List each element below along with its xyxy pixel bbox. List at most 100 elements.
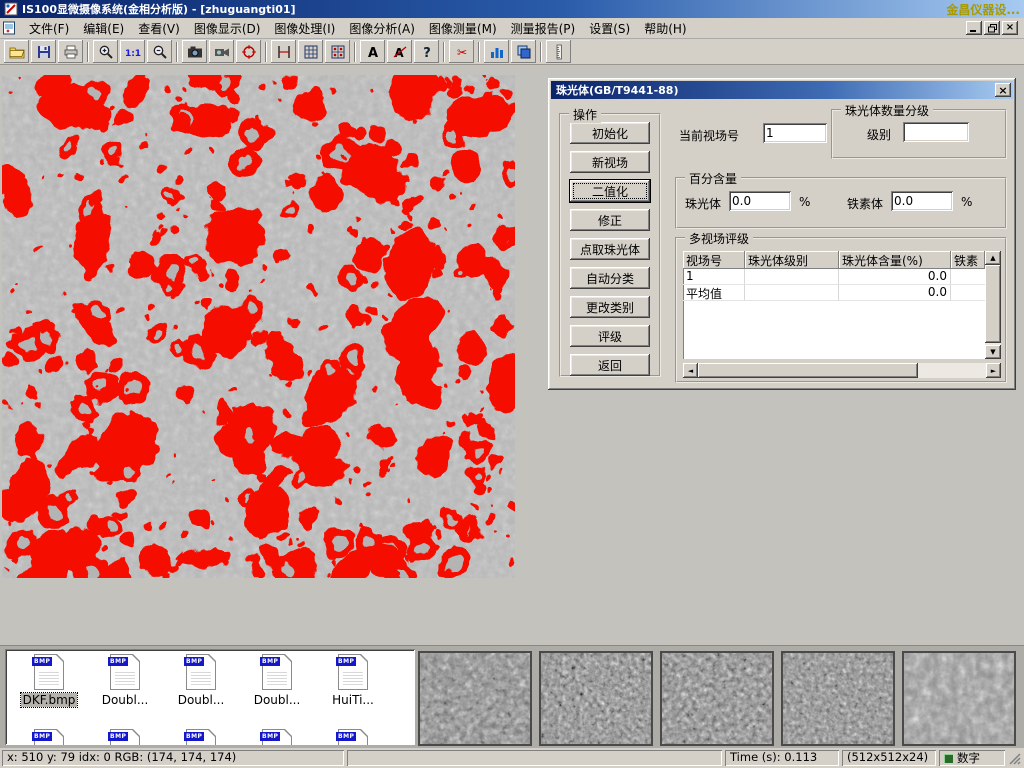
scroll-up-button[interactable]: ▲ <box>985 251 1001 265</box>
dialog-op-button-9[interactable]: 返回 <box>570 354 650 376</box>
count-icon <box>330 44 346 60</box>
toolbar-camera-button[interactable] <box>182 40 207 63</box>
mode-status: 数字 <box>939 750 1005 766</box>
toolbar-zoom-out-button[interactable] <box>147 40 172 63</box>
table-header-4[interactable]: 铁素 <box>951 251 985 269</box>
current-field-input[interactable] <box>763 123 827 143</box>
dialog-op-button-1[interactable]: 初始化 <box>570 122 650 144</box>
dialog-op-button-4[interactable]: 修正 <box>570 209 650 231</box>
table-header-2[interactable]: 珠光体级别 <box>745 251 839 269</box>
toolbar-open-button[interactable] <box>4 40 29 63</box>
table-horizontal-scrollbar[interactable]: ◄ ► <box>683 363 1001 378</box>
file-preview-lines <box>39 671 59 685</box>
file-item-5[interactable]: BMPHuiTi... <box>315 654 391 707</box>
dialog-op-button-3[interactable]: 二值化 <box>570 180 650 202</box>
menu-item-5[interactable]: 图像处理(I) <box>267 18 342 39</box>
chart-icon <box>489 44 505 60</box>
pearlite-percent-input[interactable] <box>729 191 791 211</box>
toolbar-count-button[interactable] <box>325 40 350 63</box>
thumbnail-1[interactable] <box>418 651 532 746</box>
menu-item-3[interactable]: 查看(V) <box>131 18 187 39</box>
scroll-right-button[interactable]: ► <box>986 363 1001 378</box>
ferrite-percent-input[interactable] <box>891 191 953 211</box>
dialog-close-button[interactable]: × <box>995 83 1011 97</box>
bmp-file-icon: BMP <box>186 729 216 745</box>
child-document-icon[interactable] <box>2 21 18 35</box>
mdi-minimize-button[interactable] <box>966 21 982 35</box>
mdi-restore-button[interactable] <box>984 21 1000 35</box>
mdi-close-button[interactable]: × <box>1002 21 1018 35</box>
dialog-op-button-2[interactable]: 新视场 <box>570 151 650 173</box>
toolbar-video-button[interactable] <box>209 40 234 63</box>
toolbar-font-a-button[interactable]: A <box>360 40 385 63</box>
percent-group: 百分含量 珠光体 % 铁素体 % <box>675 177 1007 229</box>
file-item-3[interactable]: BMPDoubl... <box>163 654 239 707</box>
toolbar-font-ax-button[interactable]: A <box>387 40 412 63</box>
thumbnail-5[interactable] <box>902 651 1016 746</box>
toolbar-zoom-in-button[interactable] <box>93 40 118 63</box>
menu-item-1[interactable]: 文件(F) <box>22 18 76 39</box>
table-row-2[interactable]: 平均值0.0 <box>683 285 985 301</box>
file-item-1[interactable]: BMPDKF.bmp <box>11 654 87 707</box>
scroll-left-button[interactable]: ◄ <box>683 363 698 378</box>
scroll-down-button[interactable]: ▼ <box>985 345 1001 359</box>
dialog-op-button-7[interactable]: 更改类别 <box>570 296 650 318</box>
menu-item-6[interactable]: 图像分析(A) <box>342 18 422 39</box>
svg-text:A: A <box>367 46 377 60</box>
toolbar-target-button[interactable] <box>236 40 261 63</box>
menu-item-8[interactable]: 测量报告(P) <box>504 18 583 39</box>
thumbnail-2[interactable] <box>539 651 653 746</box>
file-item-partial-2[interactable]: BMP <box>87 729 163 745</box>
bmp-badge: BMP <box>336 732 356 741</box>
dialog-op-button-5[interactable]: 点取珠光体 <box>570 238 650 260</box>
vertical-scroll-thumb[interactable] <box>985 265 1001 343</box>
file-row: BMPDKF.bmpBMPDoubl...BMPDoubl...BMPDoubl… <box>11 654 391 707</box>
toolbar-caliper-button[interactable] <box>271 40 296 63</box>
thumbnail-3[interactable] <box>660 651 774 746</box>
menu-item-9[interactable]: 设置(S) <box>582 18 637 39</box>
status-bar: x: 510 y: 79 idx: 0 RGB: (174, 174, 174)… <box>0 748 1024 768</box>
table-vertical-scrollbar[interactable]: ▲ ▼ <box>985 251 1001 359</box>
bmp-file-icon: BMP <box>34 654 64 690</box>
menu-item-7[interactable]: 图像测量(M) <box>422 18 504 39</box>
table-cell <box>951 285 985 301</box>
zoom-in-icon <box>98 44 114 60</box>
thumbnail-4[interactable] <box>781 651 895 746</box>
menu-item-10[interactable]: 帮助(H) <box>637 18 693 39</box>
grade-input[interactable] <box>903 122 969 142</box>
menu-item-2[interactable]: 编辑(E) <box>76 18 131 39</box>
file-item-partial-4[interactable]: BMP <box>239 729 315 745</box>
table-header-3[interactable]: 珠光体含量(%) <box>839 251 951 269</box>
bmp-file-icon: BMP <box>338 729 368 745</box>
vertical-scroll-track[interactable] <box>985 265 1001 345</box>
menu-item-4[interactable]: 图像显示(D) <box>187 18 268 39</box>
toolbar-grid-button[interactable] <box>298 40 323 63</box>
metallographic-image[interactable] <box>2 75 515 578</box>
toolbar-scissors-button[interactable]: ✂ <box>449 40 474 63</box>
table-cell <box>951 269 985 285</box>
font-ax-icon: A <box>392 44 408 60</box>
dialog-title-bar[interactable]: 珠光体(GB/T9441-88) × <box>551 81 1013 99</box>
toolbar-layers-button[interactable] <box>511 40 536 63</box>
horizontal-scroll-thumb[interactable] <box>698 363 918 378</box>
toolbar-one-to-one-button[interactable]: 1:1 <box>120 40 145 63</box>
horizontal-scroll-track[interactable] <box>918 363 986 378</box>
toolbar-help-button[interactable]: ? <box>414 40 439 63</box>
toolbar-save-button[interactable] <box>31 40 56 63</box>
file-item-2[interactable]: BMPDoubl... <box>87 654 163 707</box>
table-header-1[interactable]: 视场号 <box>683 251 745 269</box>
toolbar-print-button[interactable] <box>58 40 83 63</box>
print-icon <box>63 44 79 60</box>
file-item-partial-1[interactable]: BMP <box>11 729 87 745</box>
file-item-partial-5[interactable]: BMP <box>315 729 391 745</box>
operations-buttons: 初始化新视场二值化修正点取珠光体自动分类更改类别评级返回 <box>561 122 659 376</box>
file-item-partial-3[interactable]: BMP <box>163 729 239 745</box>
resize-grip[interactable] <box>1008 750 1022 766</box>
svg-text:1:1: 1:1 <box>125 49 141 59</box>
toolbar-chart-button[interactable] <box>484 40 509 63</box>
dialog-op-button-6[interactable]: 自动分类 <box>570 267 650 289</box>
toolbar-ruler-button[interactable] <box>546 40 571 63</box>
table-row-1[interactable]: 10.0 <box>683 269 985 285</box>
dialog-op-button-8[interactable]: 评级 <box>570 325 650 347</box>
file-item-4[interactable]: BMPDoubl... <box>239 654 315 707</box>
